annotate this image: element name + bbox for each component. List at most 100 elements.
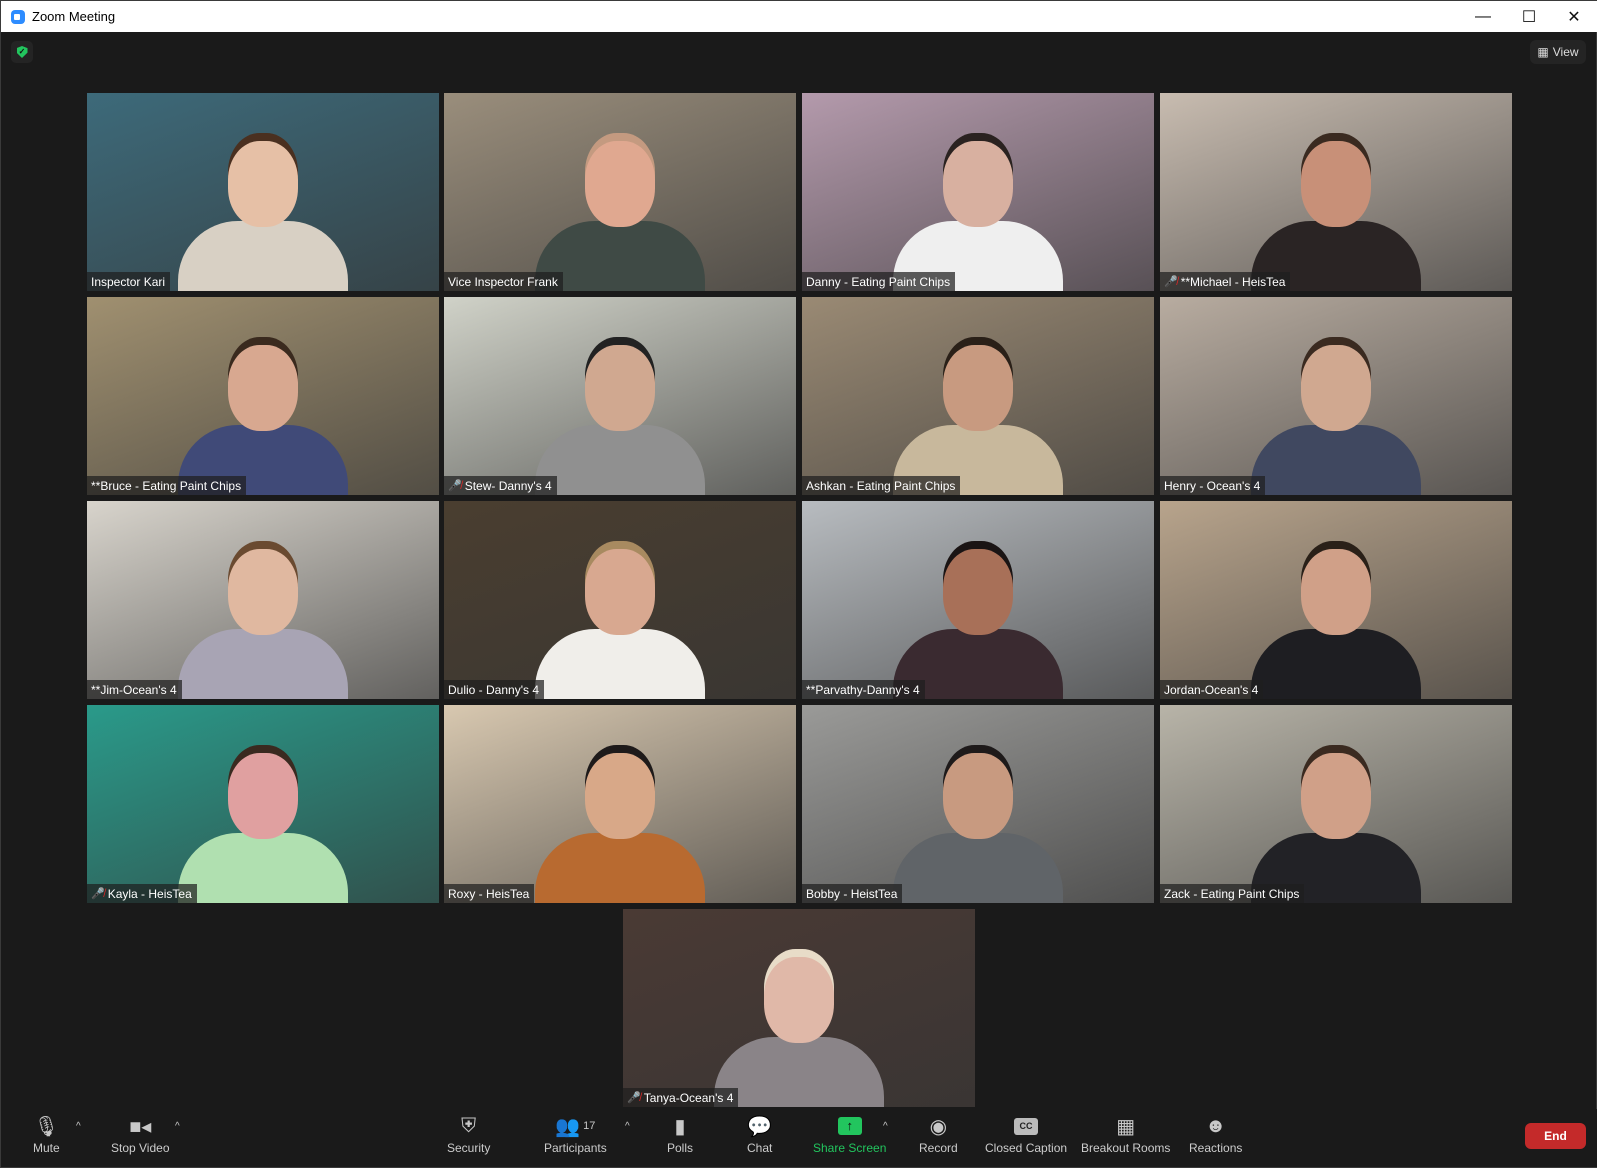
- participant-video-tile[interactable]: 🎤̸ Stew- Danny's 4: [444, 297, 796, 495]
- participant-figure: [893, 549, 1063, 699]
- participant-name-label: **Jim-Ocean's 4: [87, 680, 182, 699]
- participant-name-label: Danny - Eating Paint Chips: [802, 272, 956, 291]
- participant-video-tile[interactable]: Danny - Eating Paint Chips: [802, 93, 1154, 291]
- share-screen-icon: ↑: [837, 1113, 862, 1139]
- participant-name: Inspector Kari: [91, 274, 166, 289]
- participant-figure: [178, 549, 348, 699]
- participant-name-label: Jordan-Ocean's 4: [1160, 680, 1264, 699]
- participant-name: Zack - Eating Paint Chips: [1164, 886, 1300, 901]
- participant-video-tile[interactable]: Dulio - Danny's 4: [444, 501, 796, 699]
- security-button[interactable]: ⛨ Security: [447, 1113, 490, 1156]
- participant-video-tile[interactable]: **Parvathy-Danny's 4: [802, 501, 1154, 699]
- chat-bubble-icon: 💬: [747, 1115, 773, 1138]
- video-camera-icon: ■◂: [129, 1115, 152, 1138]
- grid-icon: ▦: [1537, 45, 1549, 59]
- participant-name-label: 🎤̸ **Michael - HeisTea: [1160, 272, 1291, 291]
- participant-name: Stew- Danny's 4: [464, 478, 552, 493]
- share-screen-label: Share Screen: [813, 1141, 887, 1155]
- mute-button[interactable]: 🎙 Mute: [33, 1113, 60, 1156]
- participant-figure: [893, 141, 1063, 291]
- participant-video-tile[interactable]: Ashkan - Eating Paint Chips: [802, 297, 1154, 495]
- participant-video-tile[interactable]: **Bruce - Eating Paint Chips: [87, 297, 439, 495]
- encryption-shield-button[interactable]: ✓: [11, 41, 33, 63]
- maximize-button[interactable]: ☐: [1506, 1, 1552, 32]
- participant-video-tile[interactable]: Henry - Ocean's 4: [1160, 297, 1512, 495]
- microphone-icon: 🎙: [33, 1115, 60, 1138]
- reactions-button[interactable]: ☻ Reactions: [1189, 1113, 1243, 1156]
- participant-video-tile[interactable]: Bobby - HeistTea: [802, 705, 1154, 903]
- participant-video-tile[interactable]: Roxy - HeisTea: [444, 705, 796, 903]
- participant-video-tile[interactable]: **Jim-Ocean's 4: [87, 501, 439, 699]
- polls-label: Polls: [667, 1141, 694, 1155]
- breakout-rooms-label: Breakout Rooms: [1081, 1141, 1171, 1155]
- participant-figure: [1251, 141, 1421, 291]
- view-label: View: [1552, 45, 1579, 59]
- participant-figure: [893, 345, 1063, 495]
- participant-name: Danny - Eating Paint Chips: [806, 274, 951, 289]
- participant-video-tile[interactable]: Jordan-Ocean's 4: [1160, 501, 1512, 699]
- participant-figure: [178, 345, 348, 495]
- reactions-label: Reactions: [1189, 1141, 1243, 1155]
- participant-figure: [1251, 345, 1421, 495]
- participant-name-label: Ashkan - Eating Paint Chips: [802, 476, 961, 495]
- cc-icon: CC: [1014, 1113, 1039, 1139]
- shield-icon: ⛨: [461, 1114, 477, 1137]
- cc-icon-text: CC: [1014, 1117, 1039, 1135]
- participants-icon: 👥 17: [555, 1115, 596, 1138]
- closed-caption-label: Closed Caption: [985, 1141, 1068, 1155]
- muted-mic-icon: 🎤̸: [1164, 276, 1178, 288]
- share-screen-button[interactable]: ↑ Share Screen: [813, 1113, 886, 1155]
- participant-figure: [535, 345, 705, 495]
- participant-name: Ashkan - Eating Paint Chips: [806, 478, 956, 493]
- participants-options-caret[interactable]: ^: [625, 1121, 630, 1132]
- record-icon: ◉: [929, 1115, 948, 1138]
- audio-options-caret[interactable]: ^: [76, 1121, 81, 1132]
- participant-name-label: Roxy - HeisTea: [444, 884, 535, 903]
- breakout-rooms-button[interactable]: ▦ Breakout Rooms: [1081, 1113, 1171, 1156]
- participant-video-tile[interactable]: 🎤̸ Kayla - HeisTea: [87, 705, 439, 903]
- muted-mic-icon: 🎤̸: [627, 1092, 641, 1104]
- share-options-caret[interactable]: ^: [883, 1121, 888, 1132]
- chat-button[interactable]: 💬 Chat: [747, 1113, 773, 1156]
- view-button[interactable]: ▦ View: [1530, 40, 1586, 64]
- participant-figure: [535, 753, 705, 903]
- window-title: Zoom Meeting: [32, 9, 116, 24]
- meeting-toolbar: 🎙 Mute ^ ■◂ Stop Video ^ ⛨ Security 👥 17 Part…: [1, 1109, 1597, 1167]
- bar-chart-icon: ▮: [674, 1115, 686, 1138]
- participant-name: Tanya-Ocean's 4: [643, 1090, 734, 1105]
- polls-button[interactable]: ▮ Polls: [667, 1113, 694, 1156]
- participant-figure: [893, 753, 1063, 903]
- participant-video-tile[interactable]: 🎤̸ **Michael - HeisTea: [1160, 93, 1512, 291]
- participant-video-tile[interactable]: 🎤̸ Tanya-Ocean's 4: [623, 909, 975, 1107]
- participant-name-label: Dulio - Danny's 4: [444, 680, 544, 699]
- closed-caption-button[interactable]: CC Closed Caption: [985, 1113, 1067, 1155]
- stop-video-label: Stop Video: [111, 1141, 170, 1155]
- participant-name-label: Zack - Eating Paint Chips: [1160, 884, 1305, 903]
- participant-video-tile[interactable]: Inspector Kari: [87, 93, 439, 291]
- participant-video-tile[interactable]: Vice Inspector Frank: [444, 93, 796, 291]
- participant-figure: [714, 957, 884, 1107]
- participant-name: Henry - Ocean's 4: [1164, 478, 1261, 493]
- participant-figure: [1251, 549, 1421, 699]
- participant-name: **Parvathy-Danny's 4: [806, 682, 920, 697]
- stop-video-button[interactable]: ■◂ Stop Video: [111, 1113, 170, 1156]
- participant-name-label: Inspector Kari: [87, 272, 171, 291]
- participant-figure: [178, 753, 348, 903]
- title-bar: Zoom Meeting — ☐ ✕: [1, 1, 1597, 32]
- close-button[interactable]: ✕: [1551, 1, 1597, 32]
- participant-name-label: **Bruce - Eating Paint Chips: [87, 476, 247, 495]
- participants-label: Participants: [544, 1141, 607, 1155]
- participant-name-label: Vice Inspector Frank: [444, 272, 563, 291]
- zoom-app-icon: [11, 9, 25, 24]
- participant-video-tile[interactable]: Zack - Eating Paint Chips: [1160, 705, 1512, 903]
- video-options-caret[interactable]: ^: [175, 1121, 180, 1132]
- participant-figure: [535, 141, 705, 291]
- participant-figure: [1251, 753, 1421, 903]
- mute-label: Mute: [33, 1141, 60, 1155]
- participants-button[interactable]: 👥 17 Participants: [544, 1113, 607, 1156]
- minimize-button[interactable]: —: [1460, 1, 1506, 32]
- muted-mic-icon: 🎤̸: [448, 480, 462, 492]
- chat-label: Chat: [747, 1141, 773, 1155]
- record-button[interactable]: ◉ Record: [919, 1113, 958, 1156]
- end-meeting-button[interactable]: End: [1525, 1123, 1586, 1149]
